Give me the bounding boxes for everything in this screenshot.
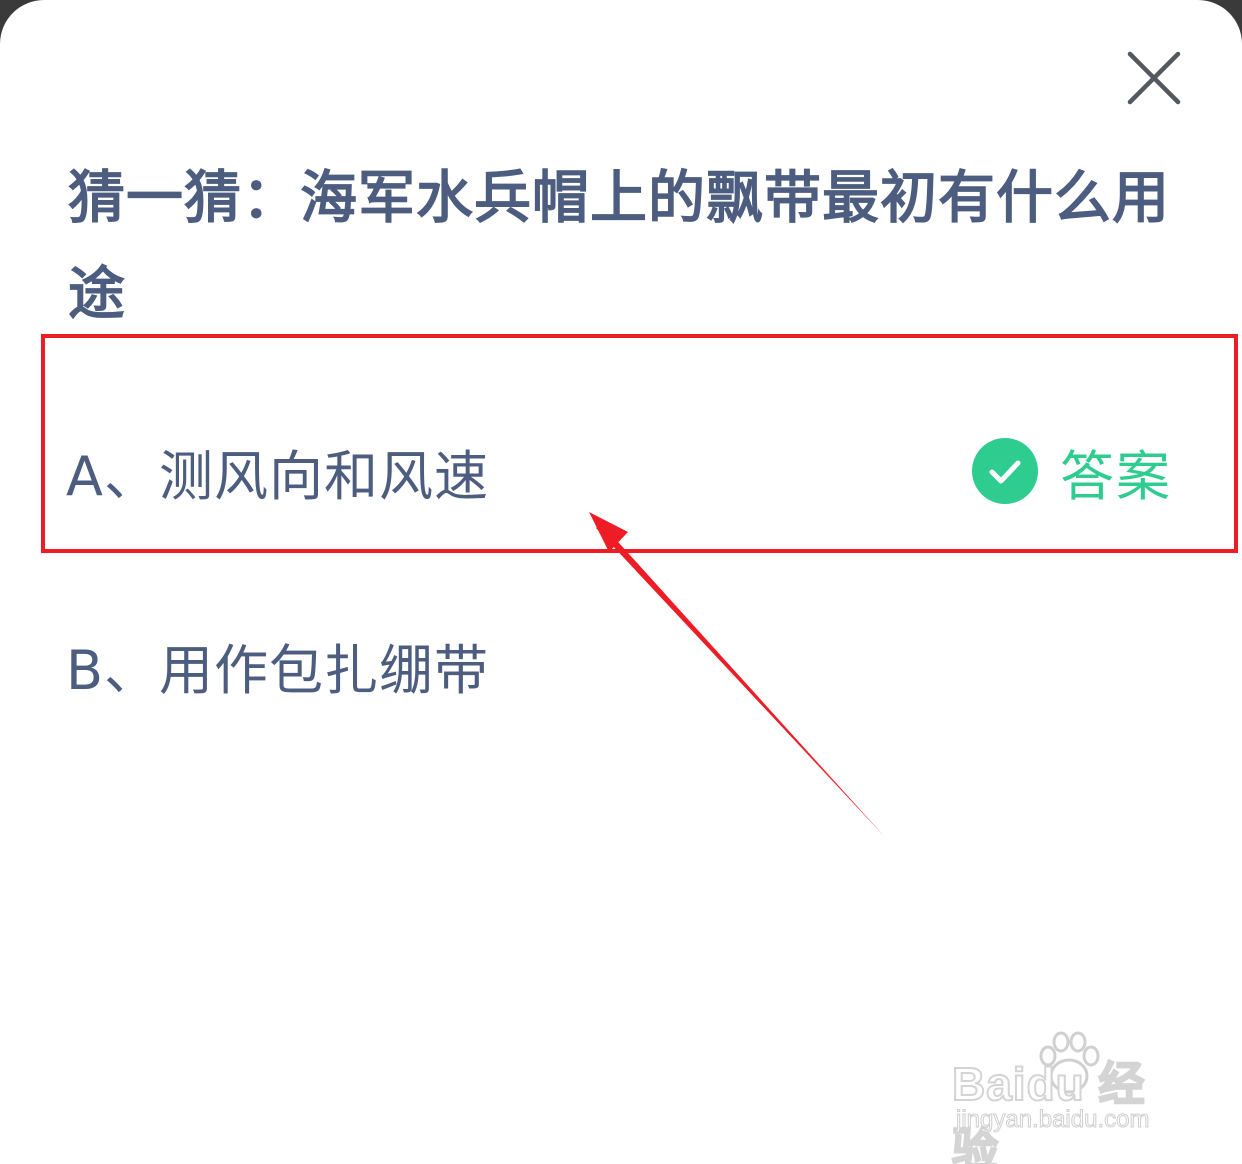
option-b[interactable]: B、用作包扎绷带 (66, 620, 1186, 710)
watermark-logo-text: Baidu 经验 (951, 1057, 1146, 1164)
question-title: 猜一猜：海军水兵帽上的飘带最初有什么用途 (68, 165, 1170, 327)
close-icon (1127, 51, 1181, 105)
option-a[interactable]: A、测风向和风速 答案 (66, 426, 1186, 516)
answer-tag: 答案 (972, 426, 1172, 516)
paw-logo-icon (1039, 1031, 1100, 1094)
quiz-dialog: 猜一猜：海军水兵帽上的飘带最初有什么用途 A、测风向和风速 答案 B、用作包扎绷… (0, 0, 1242, 1164)
watermark-url: jingyan.baidu.com (955, 1106, 1150, 1134)
watermark: Baidu 经验 jingyan.baidu.com (951, 1028, 1182, 1164)
option-a-label: A、测风向和风速 (66, 444, 489, 508)
option-b-label: B、用作包扎绷带 (66, 638, 490, 702)
close-button[interactable] (1120, 44, 1188, 112)
answer-label: 答案 (1060, 444, 1172, 508)
check-circle-icon (972, 438, 1038, 504)
